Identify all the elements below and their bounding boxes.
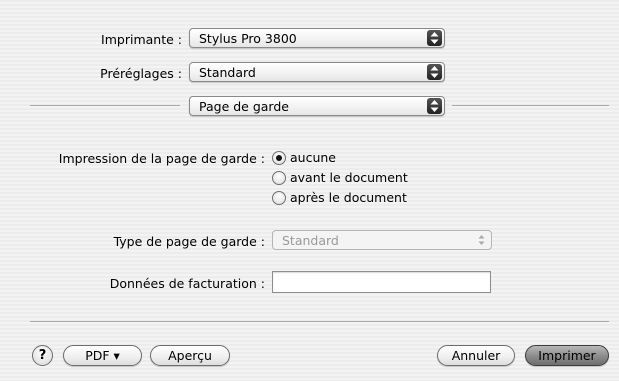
cover-type-label: Type de page de garde : [113, 234, 265, 249]
updown-arrows-icon [427, 98, 442, 114]
printer-label: Imprimante : [101, 32, 182, 47]
print-button[interactable]: Imprimer [525, 345, 609, 366]
printer-value: Stylus Pro 3800 [199, 31, 297, 46]
radio-button[interactable] [272, 151, 286, 165]
updown-arrows-icon [474, 232, 489, 248]
billing-label: Données de facturation : [109, 276, 265, 291]
help-button[interactable]: ? [32, 345, 53, 366]
footer-separator [30, 321, 609, 322]
radio-before-document[interactable]: avant le document [272, 169, 472, 187]
radio-after-label: après le document [290, 190, 407, 205]
print-dialog: Imprimante : Stylus Pro 3800 Préréglages… [0, 0, 619, 381]
cover-type-value: Standard [282, 233, 339, 248]
separator-right [452, 105, 609, 106]
panel-popup[interactable]: Page de garde [189, 96, 445, 116]
cover-type-popup[interactable]: Standard [272, 230, 492, 250]
radio-button[interactable] [272, 191, 286, 205]
cover-page-label: Impression de la page de garde : [58, 151, 265, 166]
radio-before-label: avant le document [290, 170, 408, 185]
printer-popup[interactable]: Stylus Pro 3800 [189, 28, 445, 48]
radio-after-document[interactable]: après le document [272, 189, 472, 207]
presets-label: Préréglages : [100, 66, 182, 81]
radio-button[interactable] [272, 171, 286, 185]
presets-popup[interactable]: Standard [189, 62, 445, 82]
radio-none-label: aucune [290, 150, 336, 165]
billing-input[interactable] [272, 271, 491, 293]
presets-value: Standard [199, 65, 256, 80]
preview-button[interactable]: Aperçu [150, 345, 230, 366]
pdf-button[interactable]: PDF ▾ [63, 345, 142, 366]
updown-arrows-icon [427, 30, 442, 46]
cancel-button[interactable]: Annuler [437, 345, 515, 366]
separator-left [30, 105, 180, 106]
updown-arrows-icon [427, 64, 442, 80]
panel-value: Page de garde [199, 99, 289, 114]
radio-none[interactable]: aucune [272, 149, 472, 167]
radio-selected-dot [276, 155, 282, 161]
